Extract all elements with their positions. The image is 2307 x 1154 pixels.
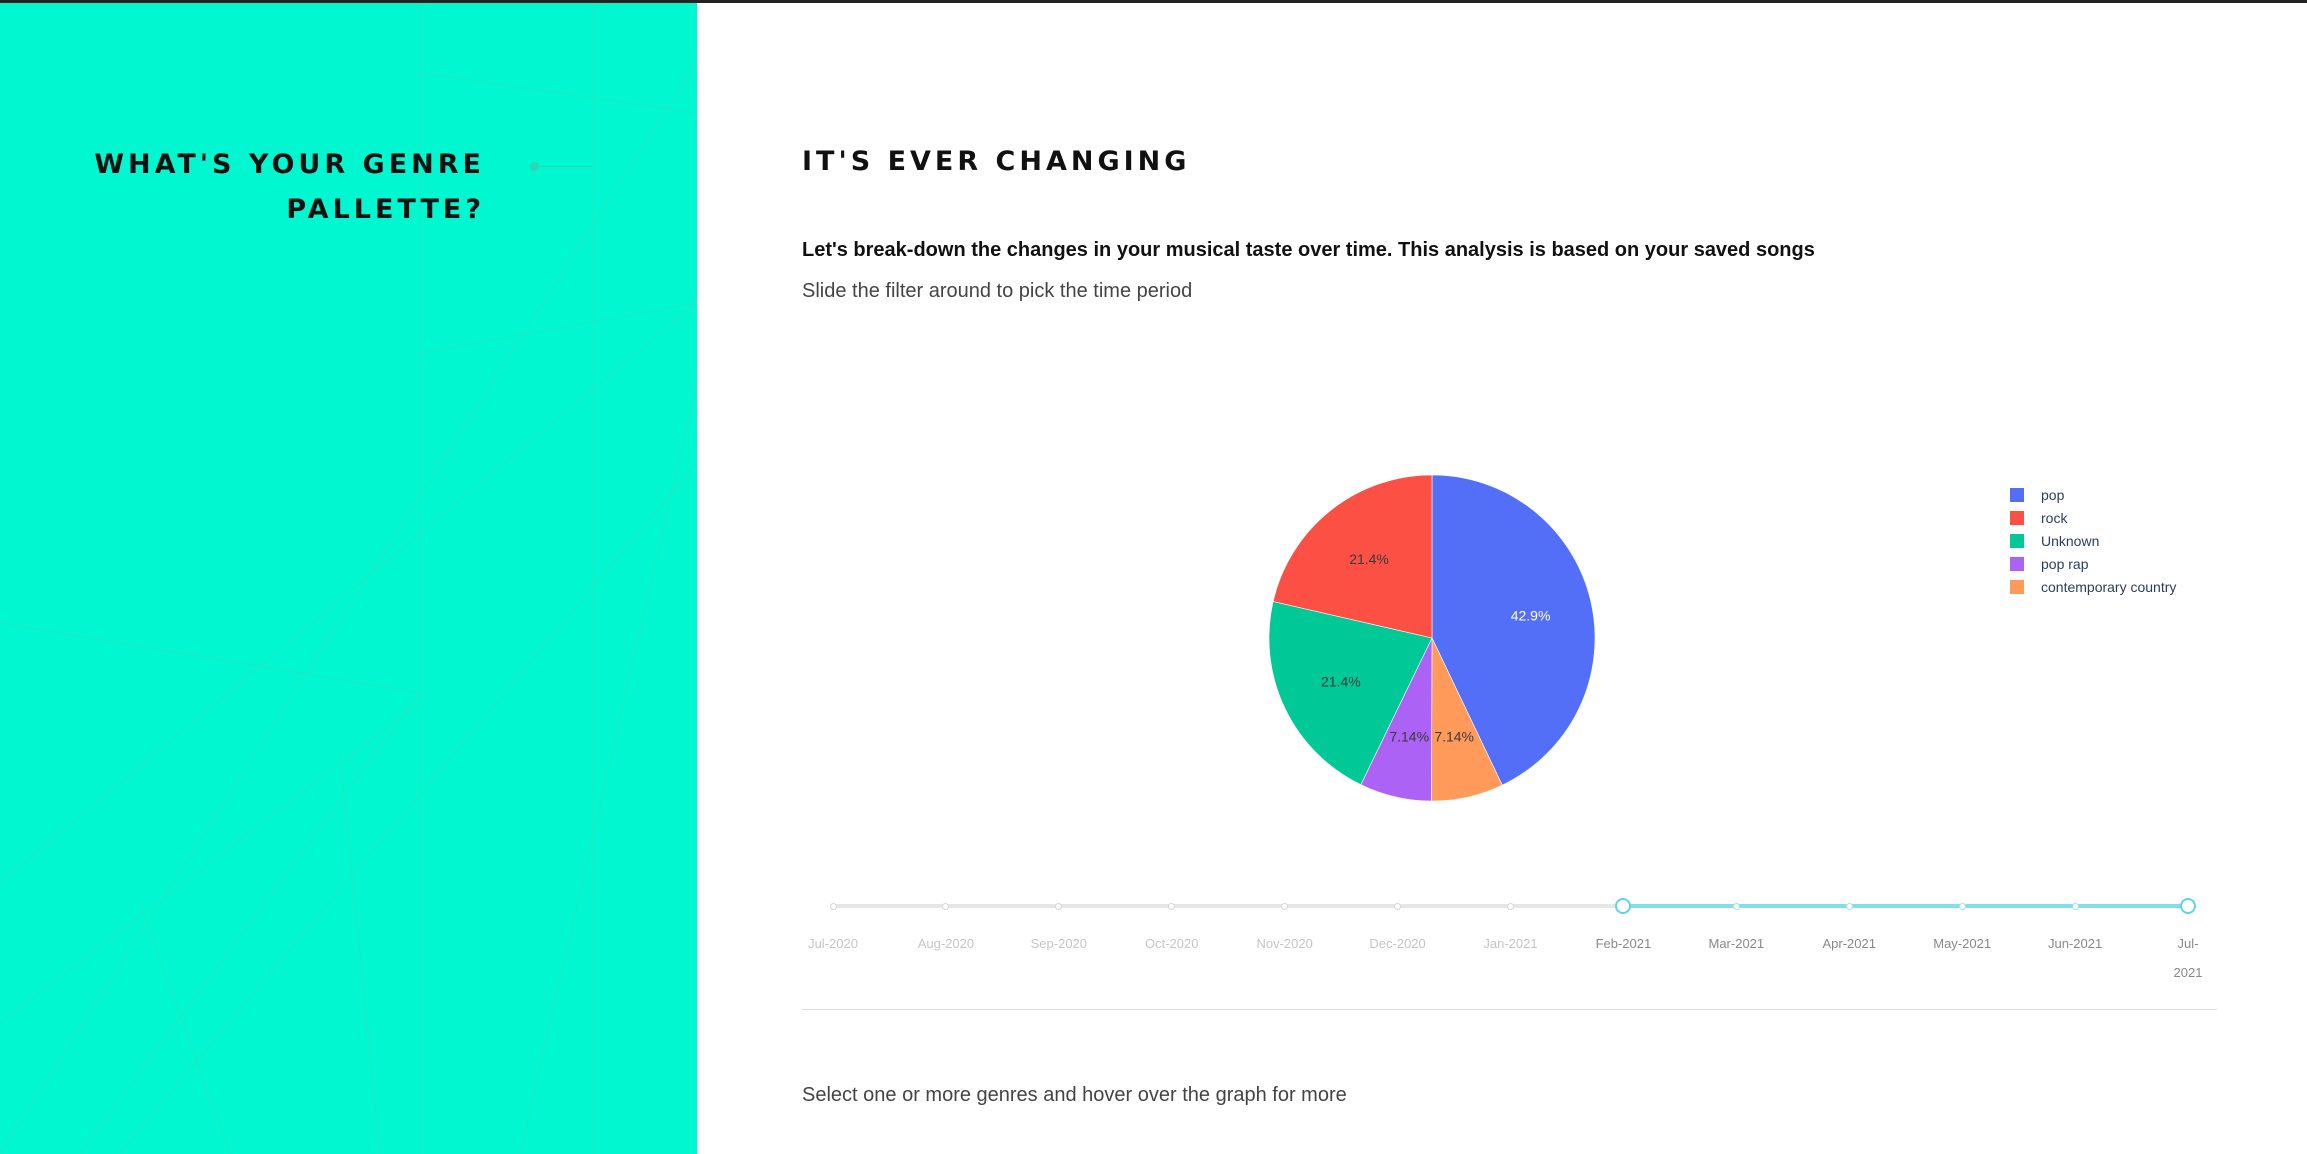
slider-mark-label[interactable]: May-2021	[1927, 929, 1997, 958]
slider-tick-dot[interactable]	[2071, 902, 2079, 910]
slider-selected-range[interactable]	[1623, 904, 2188, 908]
legend-label: Unknown	[2041, 532, 2100, 549]
slider-handle-start[interactable]	[1615, 898, 1632, 914]
slider-mark-label[interactable]: Aug-2020	[911, 929, 981, 958]
pie-label-unknown: 21.4%	[1321, 674, 1361, 690]
genre-pie-chart[interactable]: 42.9% 7.14% 7.14% 21.4% 21.4%	[1267, 473, 1597, 803]
legend-item-rock[interactable]: rock	[2010, 506, 2176, 529]
legend-swatch	[2010, 579, 2024, 594]
slider-tick-dot[interactable]	[1845, 902, 1853, 910]
left-panel: WHAT'S YOUR GENRE PALLETTE?	[0, 3, 697, 1154]
slider-mark-label[interactable]: Mar-2021	[1701, 929, 1771, 958]
legend-swatch	[2010, 510, 2024, 525]
pie-label-pop: 42.9%	[1511, 608, 1551, 624]
pie-label-contemporary-country: 7.14%	[1434, 729, 1474, 745]
slider-tick-dot[interactable]	[942, 902, 950, 910]
legend-label: pop	[2041, 486, 2065, 503]
slider-handle-end[interactable]	[2180, 898, 2196, 914]
chart-legend: pop rock Unknown pop rap contemporary countr…	[2010, 483, 2176, 598]
slider-mark-label[interactable]: Feb-2021	[1588, 929, 1658, 958]
slider-tick-dot[interactable]	[1168, 902, 1176, 910]
pie-label-pop-rap: 7.14%	[1389, 728, 1429, 744]
slider-tick-dot[interactable]	[1958, 902, 1966, 910]
left-title-line2: PALLETTE?	[286, 194, 485, 225]
slider-mark-label[interactable]: Nov-2020	[1250, 929, 1320, 958]
slider-mark-label[interactable]: Oct-2020	[1137, 929, 1207, 958]
footer-text: Select one or more genres and hover over…	[802, 1084, 1347, 1106]
legend-item-contemporary-country[interactable]: contemporary country	[2010, 575, 2176, 598]
slider-tick-dot[interactable]	[829, 902, 837, 910]
slider-mark-label[interactable]: Jul-2020	[798, 929, 868, 958]
connector-dot	[530, 162, 539, 171]
legend-label: contemporary country	[2041, 578, 2177, 595]
legend-item-unknown[interactable]: Unknown	[2010, 529, 2176, 552]
legend-swatch	[2010, 487, 2024, 502]
top-border	[0, 0, 2307, 3]
slider-tick-dot[interactable]	[1507, 902, 1514, 910]
slider-tick-dot[interactable]	[1394, 902, 1402, 910]
legend-label: pop rap	[2041, 555, 2089, 572]
time-range-slider[interactable]: Jul-2020 Aug-2020 Sep-2020 Oct-2020 Nov-2020…	[697, 3, 2307, 980]
legend-swatch	[2010, 533, 2024, 548]
section-divider	[802, 1009, 2217, 1010]
legend-label: rock	[2041, 509, 2068, 526]
slider-mark-label[interactable]: Jul-2021	[2168, 929, 2208, 987]
slider-mark-label[interactable]: Jun-2021	[2040, 929, 2110, 958]
slider-mark-label[interactable]: Dec-2020	[1363, 929, 1433, 958]
left-panel-title: WHAT'S YOUR GENRE PALLETTE?	[60, 142, 485, 232]
slider-mark-label[interactable]: Jan-2021	[1476, 929, 1546, 958]
hint-text: Slide the filter around to pick the time…	[802, 280, 1193, 302]
intro-text: Let's break-down the changes in your mus…	[802, 239, 1815, 261]
left-title-line1: WHAT'S YOUR GENRE	[94, 149, 485, 180]
pie-label-rock: 21.4%	[1349, 551, 1389, 567]
main-content: IT'S EVER CHANGING Let's break-down the …	[697, 3, 2307, 1154]
slider-tick-dot[interactable]	[1732, 902, 1740, 910]
legend-item-pop[interactable]: pop	[2010, 483, 2176, 506]
legend-swatch	[2010, 556, 2024, 571]
slider-mark-label[interactable]: Sep-2020	[1024, 929, 1094, 958]
pie-svg[interactable]: 42.9% 7.14% 7.14% 21.4% 21.4%	[1267, 473, 1597, 803]
legend-item-pop-rap[interactable]: pop rap	[2010, 552, 2176, 575]
slider-tick-dot[interactable]	[1281, 902, 1289, 910]
connector-line	[539, 166, 593, 167]
slider-mark-label[interactable]: Apr-2021	[1814, 929, 1884, 958]
section-title: IT'S EVER CHANGING	[802, 146, 1191, 177]
slider-tick-dot[interactable]	[1055, 902, 1063, 910]
